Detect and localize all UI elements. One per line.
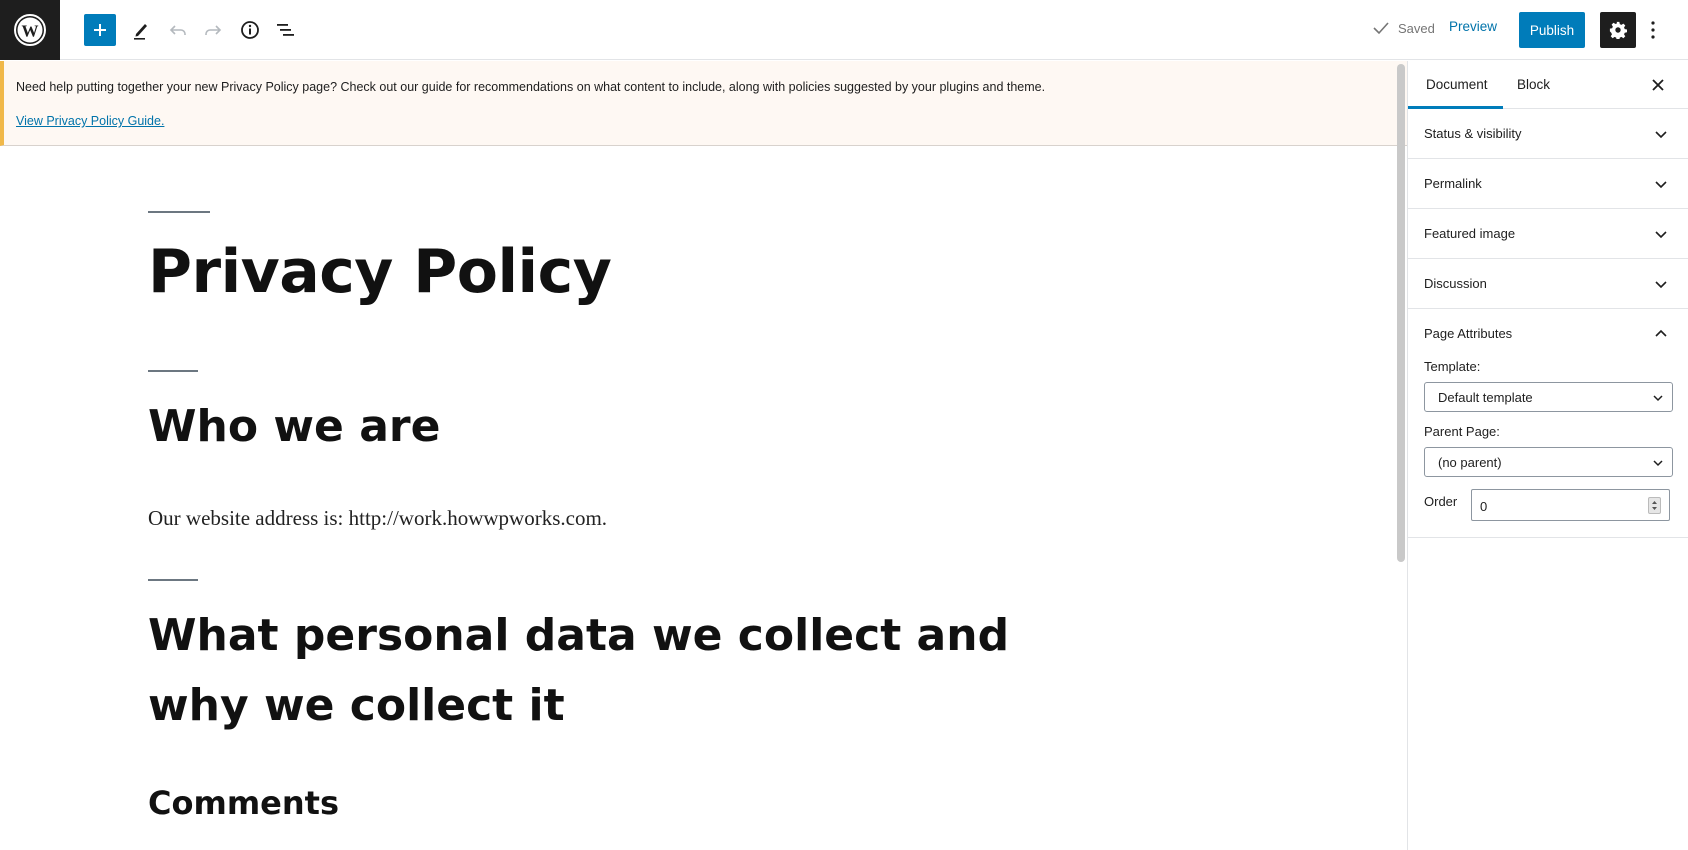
redo-button[interactable] — [196, 13, 230, 47]
order-spinner[interactable] — [1648, 497, 1661, 514]
pencil-icon — [134, 24, 147, 40]
chevron-down-icon — [1655, 181, 1667, 189]
spinner-arrows-icon — [1652, 501, 1657, 510]
panel-permalink[interactable]: Permalink — [1408, 159, 1688, 209]
svg-text:W: W — [22, 22, 39, 41]
parent-page-value: (no parent) — [1438, 455, 1502, 470]
editor-header: W Saved Preview Publish — [0, 0, 1688, 60]
chevron-down-icon — [1655, 281, 1667, 289]
post-title[interactable]: Privacy Policy — [148, 237, 612, 307]
info-icon — [241, 21, 259, 39]
order-label: Order — [1424, 494, 1458, 509]
chevron-down-icon — [1653, 460, 1663, 467]
redo-icon — [205, 25, 222, 35]
panel-featured-image[interactable]: Featured image — [1408, 209, 1688, 259]
panel-label: Discussion — [1424, 276, 1487, 291]
undo-button[interactable] — [161, 13, 195, 47]
panel-discussion[interactable]: Discussion — [1408, 259, 1688, 309]
panel-label: Page Attributes — [1424, 326, 1513, 341]
separator-block[interactable] — [148, 579, 198, 581]
undo-icon — [169, 25, 186, 35]
privacy-policy-notice: Need help putting together your new Priv… — [0, 61, 1408, 146]
tools-button[interactable] — [124, 13, 158, 47]
chevron-down-icon — [1655, 231, 1667, 239]
block-navigation-button[interactable] — [268, 13, 302, 47]
template-label: Template: — [1424, 359, 1481, 374]
add-block-button[interactable] — [84, 14, 116, 46]
chevron-up-icon — [1655, 329, 1667, 337]
more-options-button[interactable] — [1645, 14, 1661, 46]
settings-button[interactable] — [1600, 12, 1636, 48]
order-row: Order 0 — [1424, 489, 1672, 521]
panel-label: Status & visibility — [1424, 126, 1522, 141]
heading-line: why we collect it — [148, 680, 565, 731]
panel-page-attributes: Page Attributes Template: Default templa… — [1408, 309, 1688, 538]
wordpress-logo: W — [14, 14, 46, 46]
heading-line: What personal data we collect and — [148, 610, 1010, 661]
panel-page-attributes-toggle[interactable]: Page Attributes — [1408, 309, 1688, 359]
more-vertical-icon — [1651, 21, 1655, 39]
panel-label: Permalink — [1424, 176, 1482, 191]
preview-button[interactable]: Preview — [1449, 19, 1497, 34]
heading-who-we-are[interactable]: Who we are — [148, 392, 440, 462]
editor-canvas: Privacy Policy Who we are Our website ad… — [0, 147, 1396, 850]
saved-label: Saved — [1398, 20, 1435, 36]
check-icon — [1373, 22, 1389, 35]
paragraph-website-address[interactable]: Our website address is: http://work.howw… — [148, 506, 607, 531]
publish-button[interactable]: Publish — [1519, 12, 1585, 48]
tab-block[interactable]: Block — [1517, 77, 1550, 92]
sidebar-tabs: Document Block — [1408, 61, 1688, 109]
order-input[interactable]: 0 — [1471, 489, 1670, 521]
template-value: Default template — [1438, 390, 1533, 405]
parent-page-label: Parent Page: — [1424, 424, 1500, 439]
wordpress-logo-button[interactable]: W — [0, 0, 60, 60]
parent-page-select[interactable]: (no parent) — [1424, 447, 1673, 477]
chevron-down-icon — [1653, 395, 1663, 402]
panel-label: Featured image — [1424, 226, 1516, 241]
order-value: 0 — [1480, 499, 1488, 514]
editor-scrollbar[interactable] — [1397, 64, 1405, 562]
tab-document[interactable]: Document — [1426, 77, 1488, 92]
gear-icon — [1609, 21, 1627, 39]
chevron-down-icon — [1655, 131, 1667, 139]
settings-sidebar: Document Block Status & visibility Perma… — [1407, 61, 1688, 850]
privacy-guide-link[interactable]: View Privacy Policy Guide. — [16, 114, 164, 128]
list-view-icon — [277, 24, 294, 36]
close-icon — [1652, 79, 1664, 91]
separator-block[interactable] — [148, 211, 210, 213]
saved-status: Saved — [1372, 19, 1435, 37]
notice-text: Need help putting together your new Priv… — [16, 80, 1046, 94]
close-sidebar-button[interactable] — [1648, 75, 1668, 95]
page-attributes-body: Template: Default template Parent Page: … — [1408, 359, 1688, 537]
separator-block[interactable] — [148, 370, 198, 372]
template-select[interactable]: Default template — [1424, 382, 1673, 412]
panel-status-visibility[interactable]: Status & visibility — [1408, 109, 1688, 159]
content-structure-button[interactable] — [233, 13, 267, 47]
heading-comments[interactable]: Comments — [148, 784, 339, 822]
plus-icon — [94, 24, 106, 36]
